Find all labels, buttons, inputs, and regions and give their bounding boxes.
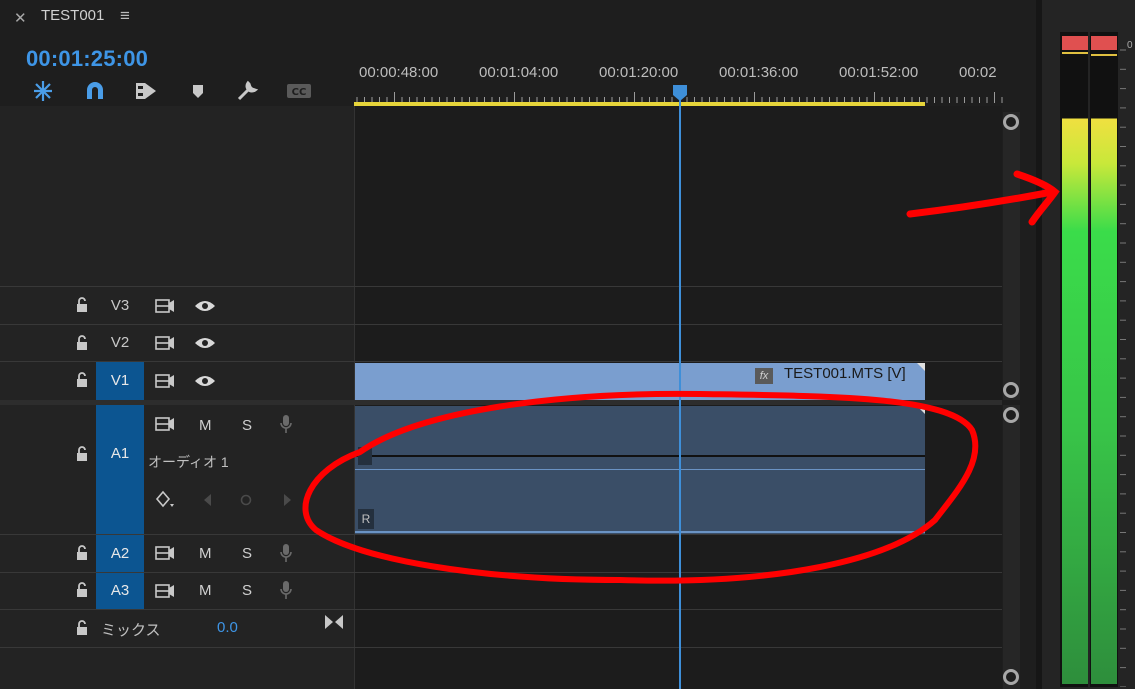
- red-annotation: [302, 170, 1060, 584]
